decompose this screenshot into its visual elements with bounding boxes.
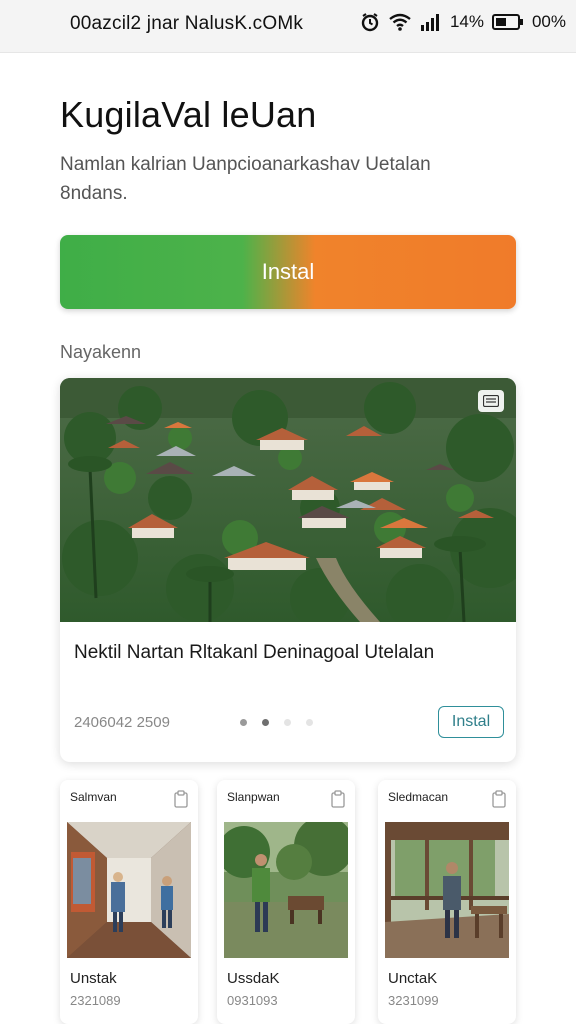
feature-meta: 2406042 2509 xyxy=(74,714,170,731)
battery-icon xyxy=(491,13,524,31)
section-label: Nayakenn xyxy=(60,342,142,362)
carousel-dots xyxy=(240,719,313,726)
feature-card[interactable]: Nektil Nartan Rltakanl Deninagoal Utelal… xyxy=(60,378,516,762)
mini-card-number: 3231099 xyxy=(388,993,439,1008)
page-title: KugilaVal leUan xyxy=(60,94,317,135)
mini-card-head: Slanpwan xyxy=(227,790,280,804)
mini-card-name: Unstak xyxy=(70,970,117,987)
mini-card[interactable]: Salmvan Unstak 2321089 xyxy=(60,780,198,1024)
app-screen: 00azcil2 jnar NalusK.cOMk 14% 00% Kugila… xyxy=(0,0,576,1024)
garden-image xyxy=(224,822,348,958)
carousel-dot[interactable] xyxy=(284,719,291,726)
mini-card-name: UnctaK xyxy=(388,970,438,987)
status-url-text: 00azcil2 jnar NalusK.cOMk xyxy=(70,13,304,34)
clipboard-icon[interactable] xyxy=(331,790,345,813)
feature-install-button[interactable]: Instal xyxy=(438,706,504,738)
status-extra-text: 00% xyxy=(531,12,566,31)
mini-card-number: 0931093 xyxy=(227,993,278,1008)
signal-icon xyxy=(420,13,442,31)
mini-card[interactable]: Slanpwan UssdaK 0931093 xyxy=(217,780,355,1024)
mini-card[interactable]: Sledmacan UnctaK 3231099 xyxy=(378,780,516,1024)
wifi-icon xyxy=(388,12,412,32)
page-subtitle: Namlan kalrian Uanpcioanarkashav Uetalan… xyxy=(60,154,431,204)
alarm-icon xyxy=(360,12,380,32)
hallway-image xyxy=(67,822,191,958)
status-bar: 00azcil2 jnar NalusK.cOMk 14% 00% xyxy=(0,0,576,53)
veranda-image xyxy=(385,822,509,958)
clipboard-icon[interactable] xyxy=(174,790,188,813)
mini-card-head: Salmvan xyxy=(70,790,117,804)
carousel-dot[interactable] xyxy=(240,719,247,726)
mini-card-name: UssdaK xyxy=(227,970,280,987)
install-button[interactable]: Instal xyxy=(60,235,516,309)
mini-card-number: 2321089 xyxy=(70,993,121,1008)
status-icons: 14% 00% xyxy=(360,12,566,32)
clipboard-icon[interactable] xyxy=(492,790,506,813)
gallery-icon[interactable] xyxy=(478,390,504,412)
carousel-dot[interactable] xyxy=(306,719,313,726)
mini-card-head: Sledmacan xyxy=(388,790,449,804)
battery-percent: 14% xyxy=(449,12,484,31)
carousel-dot[interactable] xyxy=(262,719,269,726)
feature-title: Nektil Nartan Rltakanl Deninagoal Utelal… xyxy=(74,642,435,663)
feature-image xyxy=(60,378,516,622)
